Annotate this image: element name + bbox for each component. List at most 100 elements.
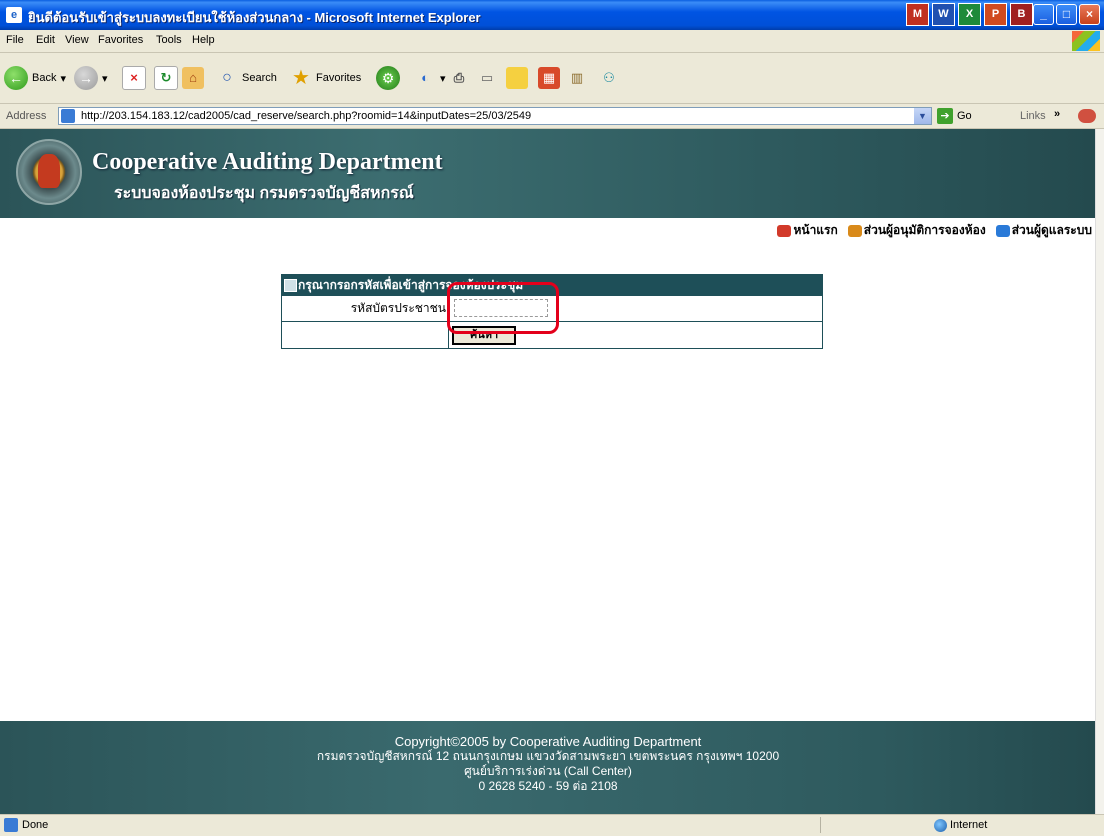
status-dividers xyxy=(820,817,937,833)
footer-copyright: Copyright©2005 by Cooperative Auditing D… xyxy=(394,734,702,749)
search-submit-button[interactable]: ค้นหา xyxy=(452,326,516,345)
top-navigation: หน้าแรก ส่วนผู้อนุมัติการจองห้อง ส่วนผู้… xyxy=(777,221,1092,240)
form-header-text: กรุณากรอกรหัสเพื่อเข้าสู่การจองห้องประชุ… xyxy=(298,278,524,292)
address-input[interactable]: http://203.154.183.12/cad2005/cad_reserv… xyxy=(58,107,932,125)
favorites-star-icon: ★ xyxy=(292,67,310,89)
go-label: Go xyxy=(957,110,972,122)
links-button[interactable]: Links xyxy=(1020,110,1046,122)
windows-logo-icon xyxy=(1072,31,1100,51)
window-buttons: _ □ × xyxy=(1033,4,1100,25)
status-page-icon xyxy=(4,818,18,832)
login-form: กรุณากรอกรหัสเพื่อเข้าสู่การจองห้องประชุ… xyxy=(281,274,823,349)
nav-home-label: หน้าแรก xyxy=(793,223,838,237)
research-button[interactable]: ▦ xyxy=(538,65,560,91)
back-button[interactable]: ← Back ▾ xyxy=(4,65,66,91)
menu-tools[interactable]: Tools xyxy=(156,34,182,46)
chevron-right-icon[interactable]: » xyxy=(1054,108,1060,120)
go-button[interactable]: ➔ Go xyxy=(937,108,972,124)
print-button[interactable]: ⎙ xyxy=(448,65,470,91)
admin-user-icon xyxy=(995,224,1010,237)
menu-edit[interactable]: Edit xyxy=(36,34,55,46)
forward-dropdown-icon[interactable]: ▾ xyxy=(102,72,108,85)
folder-icon xyxy=(506,67,528,89)
button-row: ค้นหา xyxy=(282,321,822,348)
menu-favorites[interactable]: Favorites xyxy=(98,34,143,46)
favorites-label: Favorites xyxy=(316,72,362,84)
nav-admin-label: ส่วนผู้ดูแลระบบ xyxy=(1011,223,1092,237)
print-icon: ⎙ xyxy=(453,70,465,85)
site-footer: Copyright©2005 by Cooperative Auditing D… xyxy=(0,721,1096,814)
quick-launch-icons: M W X P B xyxy=(906,3,1033,26)
access-icon[interactable]: B xyxy=(1010,3,1033,26)
menu-help[interactable]: Help xyxy=(192,34,215,46)
go-arrow-icon: ➔ xyxy=(937,108,953,124)
back-label: Back xyxy=(32,72,57,84)
page-viewport: Cooperative Auditing Department ระบบจองห… xyxy=(0,129,1096,814)
home-button[interactable]: ⌂ xyxy=(182,65,204,91)
vertical-scrollbar[interactable] xyxy=(1095,129,1104,814)
favorites-button[interactable]: ★ Favorites xyxy=(290,65,361,91)
app-icon[interactable]: M xyxy=(906,3,929,26)
back-arrow-icon: ← xyxy=(4,66,28,90)
footer-address: กรมตรวจบัญชีสหกรณ์ 12 ถนนกรุงเกษม แขวงวั… xyxy=(316,749,780,763)
menu-view[interactable]: View xyxy=(65,34,89,46)
maximize-button[interactable]: □ xyxy=(1056,4,1077,25)
menu-bar: File Edit View Favorites Tools Help xyxy=(0,30,1104,53)
nav-admin[interactable]: ส่วนผู้ดูแลระบบ xyxy=(995,221,1092,240)
research-icon: ▦ xyxy=(538,67,560,89)
seal-figure-icon xyxy=(38,154,60,188)
ie-icon: e xyxy=(6,7,22,23)
internet-zone-icon xyxy=(934,819,947,832)
folder-button[interactable] xyxy=(506,65,528,91)
messenger-button[interactable]: ⚇ xyxy=(598,65,620,91)
status-text: Done xyxy=(22,819,49,831)
footer-callcenter: ศูนย์บริการเร่งด่วน (Call Center) xyxy=(464,764,632,778)
button-row-spacer xyxy=(282,322,449,348)
back-dropdown-icon[interactable]: ▾ xyxy=(60,72,66,85)
window-titlebar: e ยินดีต้อนรับเข้าสู่ระบบลงทะเบียนใช้ห้อ… xyxy=(0,0,1104,30)
history-icon: ◐ xyxy=(421,70,429,85)
id-row: รหัสบัตรประชาชน xyxy=(282,295,822,321)
forward-arrow-icon: → xyxy=(74,66,98,90)
media-icon: ⚙ xyxy=(376,66,400,90)
security-zone: Internet xyxy=(950,819,988,831)
page-icon xyxy=(61,109,75,123)
stop-icon: × xyxy=(122,66,146,90)
powerpoint-icon[interactable]: P xyxy=(984,3,1007,26)
search-icon: ○ xyxy=(222,69,232,86)
address-dropdown-icon[interactable]: ▼ xyxy=(914,108,931,124)
search-button[interactable]: ○ Search xyxy=(216,65,277,91)
book-icon: ▥ xyxy=(570,70,584,85)
messenger-icon: ⚇ xyxy=(603,70,615,85)
close-button[interactable]: × xyxy=(1079,4,1100,25)
nav-home[interactable]: หน้าแรก xyxy=(777,221,838,240)
home-icon: ⌂ xyxy=(182,67,204,89)
stop-button[interactable]: × xyxy=(122,65,146,91)
minimize-button[interactable]: _ xyxy=(1033,4,1054,25)
forward-button[interactable]: → ▾ xyxy=(74,65,108,91)
edit-button[interactable]: ▭ xyxy=(476,65,498,91)
citizen-id-input[interactable] xyxy=(454,299,548,317)
form-header: กรุณากรอกรหัสเพื่อเข้าสู่การจองห้องประชุ… xyxy=(282,275,822,295)
history-button[interactable]: ◐ ▾ xyxy=(414,65,446,91)
media-button[interactable]: ⚙ xyxy=(376,65,400,91)
toolbar: ← Back ▾ → ▾ × ↻ ⌂ ○ Search ★ Favorites … xyxy=(0,53,1104,104)
address-bar: Address http://203.154.183.12/cad2005/ca… xyxy=(0,104,1104,129)
refresh-icon: ↻ xyxy=(154,66,178,90)
search-label: Search xyxy=(242,72,277,84)
home-icon xyxy=(777,224,792,237)
footer-phone: 0 2628 5240 - 59 ต่อ 2108 xyxy=(478,779,618,793)
site-subtitle: ระบบจองห้องประชุม กรมตรวจบัญชีสหกรณ์ xyxy=(114,185,414,202)
word-icon[interactable]: W xyxy=(932,3,955,26)
history-dropdown-icon[interactable]: ▾ xyxy=(440,72,446,85)
toolbar-extra-button[interactable]: ▥ xyxy=(566,65,588,91)
site-header: Cooperative Auditing Department ระบบจองห… xyxy=(0,129,1096,218)
id-label: รหัสบัตรประชาชน xyxy=(282,296,449,321)
nav-approver[interactable]: ส่วนผู้อนุมัติการจองห้อง xyxy=(847,221,986,240)
menu-file[interactable]: File xyxy=(6,34,24,46)
address-label: Address xyxy=(6,110,47,122)
address-url: http://203.154.183.12/cad2005/cad_reserv… xyxy=(81,110,532,122)
excel-icon[interactable]: X xyxy=(958,3,981,26)
toolbar-addon-icon[interactable] xyxy=(1078,109,1096,123)
refresh-button[interactable]: ↻ xyxy=(154,65,178,91)
